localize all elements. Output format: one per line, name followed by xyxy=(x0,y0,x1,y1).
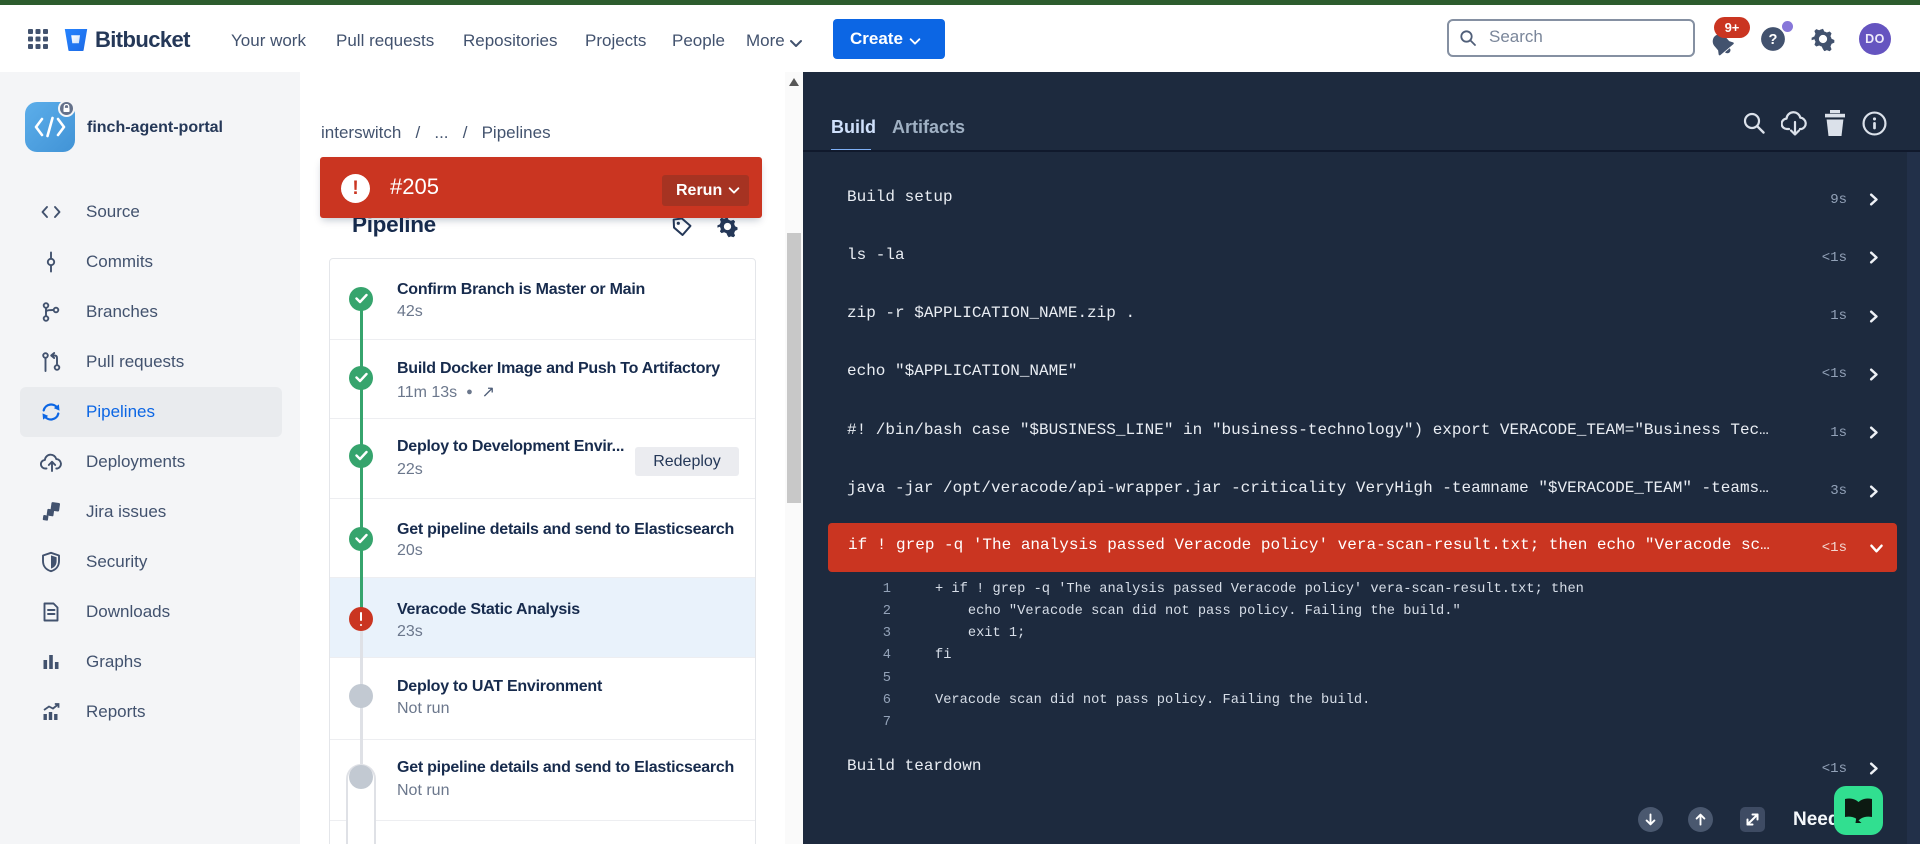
svg-text:?: ? xyxy=(1769,32,1778,48)
